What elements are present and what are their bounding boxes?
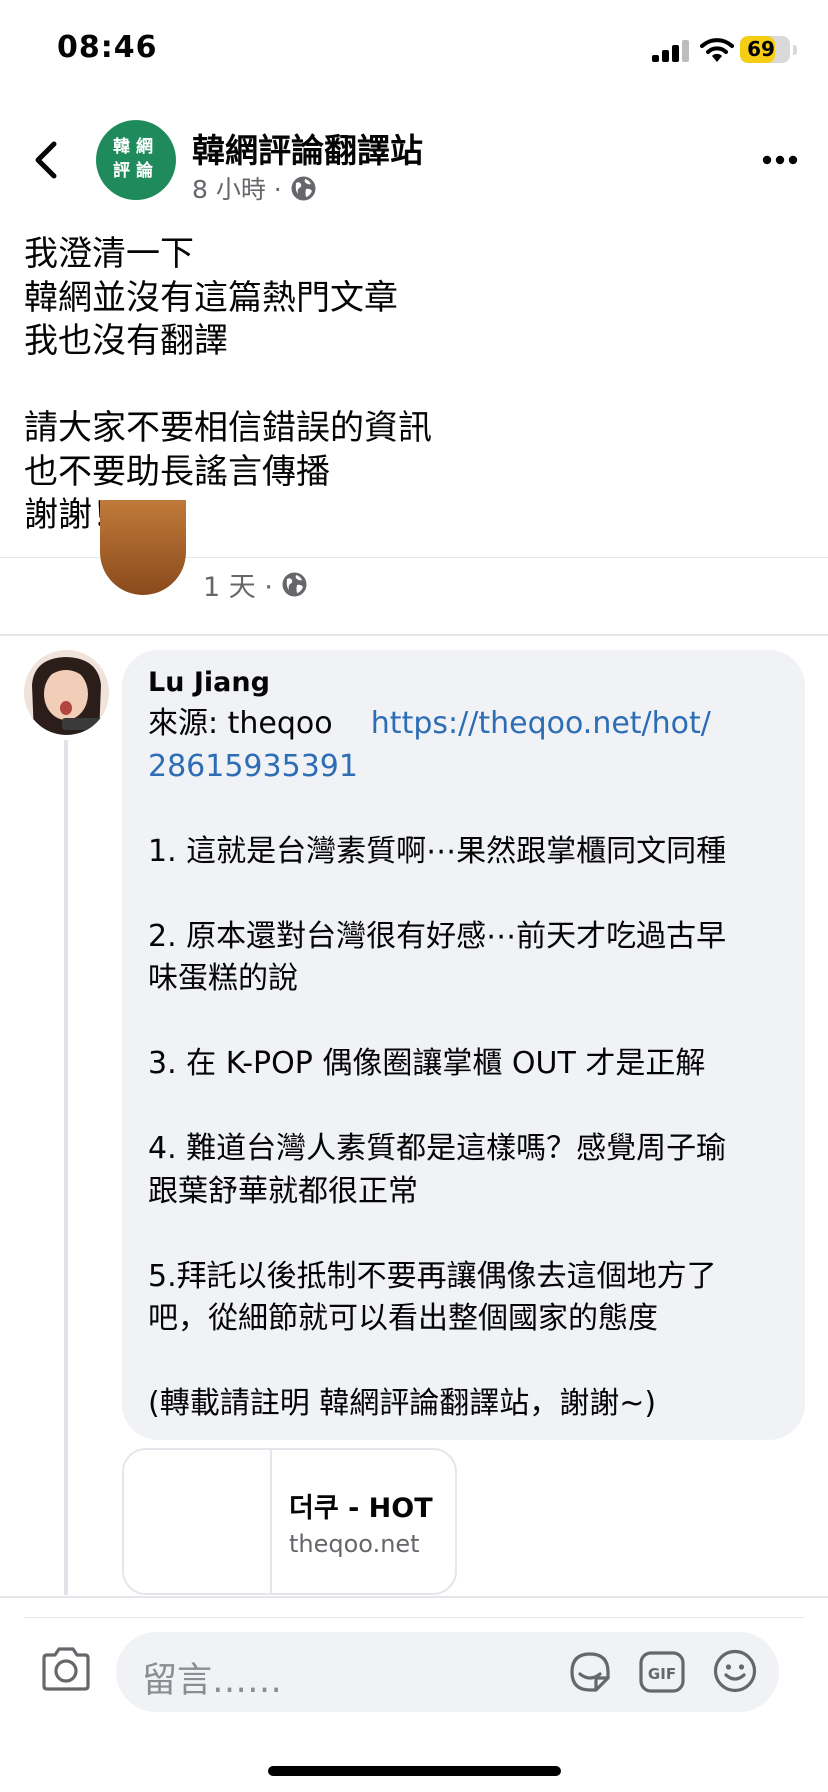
post-line: 請大家不要相信錯誤的資訊 (24, 408, 432, 448)
comment-blank-line (148, 1341, 779, 1384)
more-icon[interactable] (762, 155, 798, 165)
comment-blank-line (148, 1086, 779, 1129)
previous-post-avatar[interactable] (100, 500, 186, 595)
comment-line: (轉載請註明 韓網評論翻譯站，謝謝~) (148, 1386, 657, 1421)
comment-line: 2. 原本還對台灣很有好感⋯前天才吃過古早 (148, 918, 727, 954)
home-indicator[interactable] (268, 1766, 561, 1776)
comment-line: 味蛋糕的說 (148, 961, 298, 996)
post-line: 謝謝！ (24, 495, 126, 535)
comment-link-continued[interactable]: 28615935391 (148, 749, 358, 784)
post-body: 我澄清一下 韓網並沒有這篇熱門文章 我也沒有翻譯 請大家不要相信錯誤的資訊 也不… (24, 233, 432, 538)
globe-icon (282, 572, 307, 597)
post-line: 我澄清一下 (24, 234, 194, 274)
link-title: 더쿠 - HOT (289, 1493, 433, 1524)
comment-bubble[interactable]: Lu Jiang 來源: theqoo https://theqoo.net/h… (122, 650, 805, 1440)
comment-text: 來源: theqoo https://theqoo.net/hot/ 28615… (148, 703, 779, 1426)
post-line (24, 364, 432, 408)
post-time: 8 小時 · (192, 175, 282, 204)
link-preview-card[interactable]: 더쿠 - HOT theqoo.net (122, 1448, 457, 1595)
battery-tip (793, 45, 797, 55)
comment-blank-line (148, 788, 779, 831)
link-thumbnail (124, 1450, 272, 1593)
battery-indicator: 69 (740, 36, 790, 63)
comment-blank-line (148, 1001, 779, 1044)
avatar-text-line: 韓網 (113, 137, 159, 157)
comment-line: 跟葉舒華就都很正常 (148, 1173, 418, 1209)
gif-icon[interactable]: GIF (638, 1650, 686, 1694)
avatar-text-line: 評論 (113, 161, 159, 181)
wifi-icon (700, 38, 734, 62)
post-meta: 8 小時 · (192, 170, 317, 206)
status-time: 08:46 (57, 30, 158, 65)
previous-post-meta: 1 天 · (203, 565, 308, 604)
comment-line: 1. 這就是台灣素質啊⋯果然跟掌櫃同文同種 (148, 833, 727, 869)
svg-text:GIF: GIF (648, 1665, 676, 1683)
emoji-icon[interactable] (712, 1648, 758, 1694)
comment-thread-line (64, 740, 68, 1595)
comment-line: 4. 難道台灣人素質都是這樣嗎？感覺周子瑜 (148, 1131, 727, 1166)
commenter-avatar-image (24, 650, 109, 735)
back-icon[interactable] (30, 140, 64, 180)
comment-blank-line (148, 873, 779, 916)
comment-input-placeholder[interactable]: 留言…… (142, 1652, 282, 1703)
camera-icon[interactable] (40, 1646, 92, 1692)
divider (24, 1617, 804, 1618)
comment-source-line: 來源: theqoo https://theqoo.net/hot/ (148, 703, 779, 746)
comment-source-label: 來源: theqoo (148, 706, 333, 741)
comment-line: 3. 在 K-POP 偶像圈讓掌櫃 OUT 才是正解 (148, 1046, 706, 1081)
battery-percent: 69 (747, 37, 775, 61)
comment-blank-line (148, 1213, 779, 1256)
post-line: 韓網並沒有這篇熱門文章 (24, 277, 398, 318)
globe-icon (291, 176, 316, 200)
comment-line: 吧，從細節就可以看出整個國家的態度 (148, 1301, 658, 1336)
commenter-avatar[interactable] (24, 650, 109, 735)
link-domain: theqoo.net (289, 1530, 420, 1558)
cellular-signal-icon (652, 40, 690, 62)
comment-author[interactable]: Lu Jiang (148, 666, 779, 700)
previous-post-time: 1 天 · (203, 572, 273, 603)
divider (0, 1596, 828, 1598)
sticker-icon[interactable] (566, 1648, 614, 1696)
page-name[interactable]: 韓網評論翻譯站 (192, 124, 423, 172)
page-avatar[interactable]: 韓網 評論 (96, 120, 176, 200)
divider (0, 634, 828, 636)
post-line: 我也沒有翻譯 (24, 321, 228, 361)
comment-link[interactable]: https://theqoo.net/hot/ (371, 706, 711, 741)
post-line: 也不要助長謠言傳播 (24, 451, 330, 492)
comment-line: 5.拜託以後抵制不要再讓偶像去這個地方了 (148, 1258, 717, 1294)
